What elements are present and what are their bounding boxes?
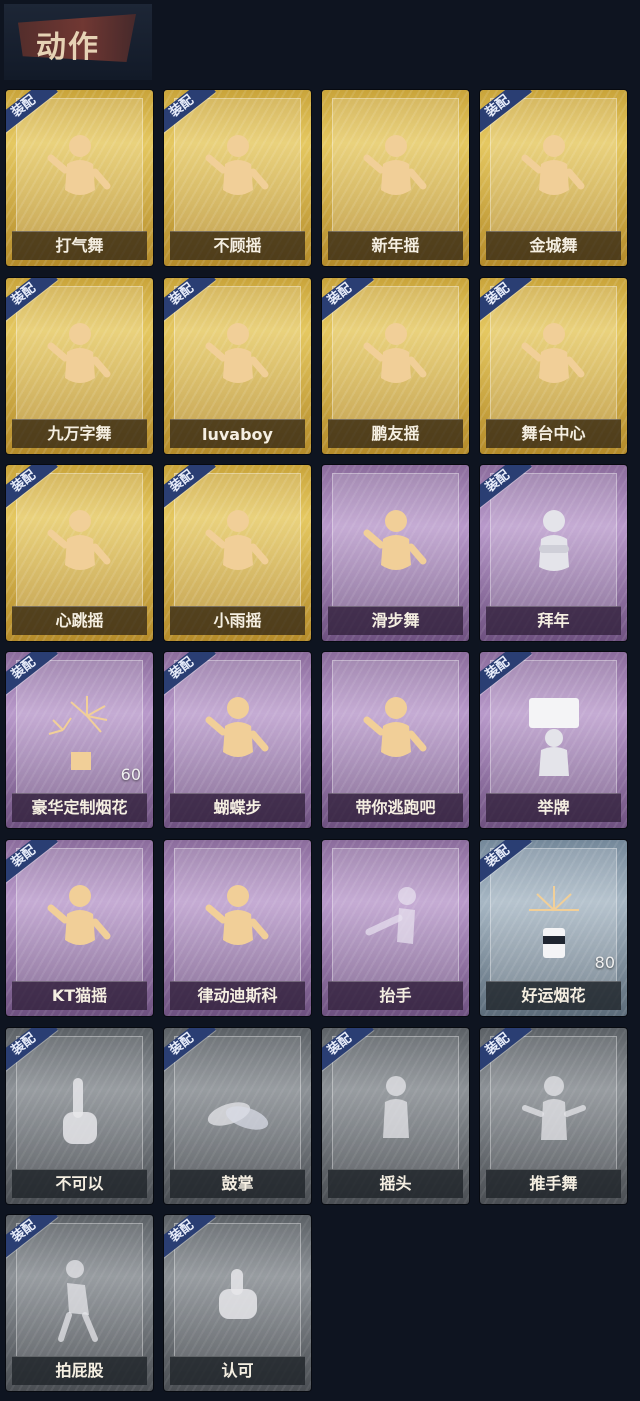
dance-figure-icon [203,130,273,220]
dance-figure-icon [45,880,115,970]
emote-card[interactable]: 新年摇 [322,90,469,266]
emote-card[interactable]: 装配 80 好运烟花 [480,840,627,1016]
emote-label: 鹏友摇 [371,424,420,443]
emote-label: 打气舞 [55,236,104,255]
emote-card[interactable]: 装配 luvaboy [164,278,311,454]
emote-card[interactable]: 装配 金城舞 [480,90,627,266]
emote-card[interactable]: 装配 舞台中心 [480,278,627,454]
emote-card[interactable]: 装配 心跳摇 [6,465,153,641]
emote-label: 拍屁股 [55,1361,104,1380]
emote-card[interactable]: 装配 九万字舞 [6,278,153,454]
emote-card[interactable]: 带你逃跑吧 [322,652,469,828]
emote-label: 舞台中心 [521,424,586,443]
emote-label: 拜年 [537,611,570,630]
item-count: 80 [594,953,615,972]
shake-head-figure-icon [361,1068,431,1158]
page-title: 动作 [36,30,100,65]
dance-figure-icon [361,505,431,595]
emote-card[interactable]: 装配 拍屁股 [6,1215,153,1391]
dance-figure-icon [203,318,273,408]
pat-figure-icon [45,1255,115,1345]
clap-hands-icon [203,1068,273,1158]
emote-card[interactable]: 装配 打气舞 [6,90,153,266]
bow-figure-icon [519,505,589,595]
push-hands-figure-icon [519,1068,589,1158]
dance-figure-icon [203,692,273,782]
emote-label: 举牌 [537,798,570,817]
emote-card[interactable]: 装配 不可以 [6,1028,153,1204]
emote-card[interactable]: 装配 KT猫摇 [6,840,153,1016]
item-count: 60 [120,765,141,784]
dance-figure-icon [203,505,273,595]
emote-card[interactable]: 装配 小雨摇 [164,465,311,641]
emote-card[interactable]: 装配 拜年 [480,465,627,641]
emote-label: 摇头 [379,1174,412,1193]
emote-label: 九万字舞 [47,424,112,443]
emote-label: 小雨摇 [213,611,262,630]
emote-label: 新年摇 [371,236,420,255]
emote-label: 带你逃跑吧 [355,798,436,817]
emote-label: 蝴蝶步 [213,798,262,817]
emote-label: 推手舞 [529,1174,578,1193]
emote-label: 不顾摇 [213,236,262,255]
sign-figure-icon [519,692,589,782]
dance-figure-icon [519,130,589,220]
emote-label: 心跳摇 [55,611,104,630]
emote-label: 好运烟花 [521,986,586,1005]
emote-card[interactable]: 装配 鹏友摇 [322,278,469,454]
emote-card[interactable]: 装配 不顾摇 [164,90,311,266]
dance-figure-icon [361,692,431,782]
emote-label: 不可以 [55,1174,104,1193]
emote-card[interactable]: 律动迪斯科 [164,840,311,1016]
firework-can-icon [519,880,589,970]
dance-figure-icon [361,318,431,408]
emote-label: luvaboy [202,425,273,444]
dance-figure-icon [203,880,273,970]
emote-label: 金城舞 [529,236,578,255]
emote-card[interactable]: 装配 认可 [164,1215,311,1391]
dance-figure-icon [45,130,115,220]
emote-card[interactable]: 抬手 [322,840,469,1016]
dance-figure-icon [45,318,115,408]
thumbs-up-icon [203,1255,273,1345]
raise-hand-figure-icon [361,880,431,970]
fireworks-icon [45,692,115,782]
emote-label: KT猫摇 [51,986,108,1005]
emote-card[interactable]: 装配 60 豪华定制烟花 [6,652,153,828]
emote-card[interactable]: 装配 蝴蝶步 [164,652,311,828]
emote-label: 滑步舞 [371,611,420,630]
dance-figure-icon [45,505,115,595]
finger-wag-icon [45,1068,115,1158]
emote-label: 鼓掌 [221,1174,254,1193]
emote-label: 律动迪斯科 [197,986,278,1005]
emote-card[interactable]: 滑步舞 [322,465,469,641]
section-header: 动作 [4,4,152,80]
emote-label: 认可 [221,1361,254,1380]
dance-figure-icon [361,130,431,220]
emote-card[interactable]: 装配 摇头 [322,1028,469,1204]
emote-label: 抬手 [379,986,412,1005]
emote-card[interactable]: 装配 推手舞 [480,1028,627,1204]
emote-card[interactable]: 装配 鼓掌 [164,1028,311,1204]
emote-card[interactable]: 装配 举牌 [480,652,627,828]
dance-figure-icon [519,318,589,408]
emote-label: 豪华定制烟花 [31,798,128,817]
